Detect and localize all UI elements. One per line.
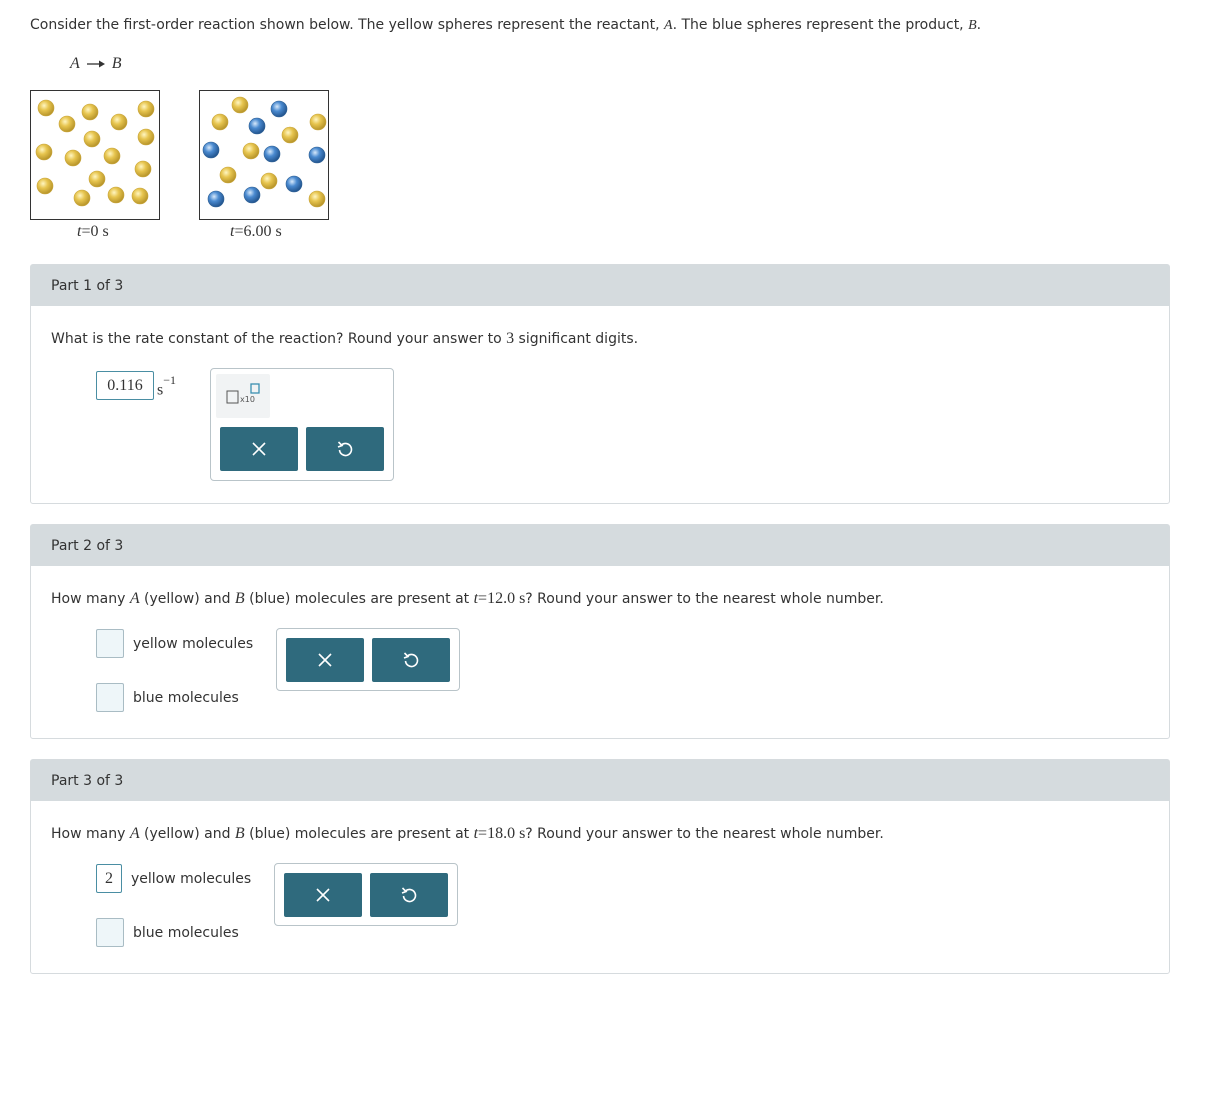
product-molecule bbox=[202, 141, 220, 159]
reactant-molecule bbox=[83, 130, 101, 148]
reactant-molecule bbox=[137, 128, 155, 146]
snapshot-time-t0: t=0 s bbox=[77, 223, 109, 240]
unit-label: s−1 bbox=[157, 373, 177, 399]
close-icon bbox=[252, 442, 266, 456]
part2-toolbox bbox=[276, 628, 460, 691]
product-symbol: B bbox=[968, 18, 977, 33]
reactant-molecule bbox=[242, 142, 260, 160]
reactant-molecule bbox=[137, 100, 155, 118]
reactant-molecule bbox=[134, 160, 152, 178]
reactant-molecule bbox=[73, 189, 91, 207]
reaction-equation: A B bbox=[70, 55, 122, 73]
part3-yellow-label: yellow molecules bbox=[131, 871, 252, 887]
reactant-molecule bbox=[260, 172, 278, 190]
part3-yellow-input[interactable]: 2 bbox=[96, 864, 122, 893]
part2-panel: Part 2 of 3 How many A (yellow) and B (b… bbox=[30, 524, 1170, 739]
product-molecule bbox=[207, 190, 225, 208]
reactant-molecule bbox=[281, 126, 299, 144]
product-molecule bbox=[248, 117, 266, 135]
part3-blue-label: blue molecules bbox=[133, 925, 239, 941]
snapshot-box-t0 bbox=[30, 90, 160, 220]
undo-icon bbox=[337, 441, 353, 457]
part3-toolbox bbox=[274, 863, 458, 926]
reactant-molecule bbox=[107, 186, 125, 204]
reactant-molecule bbox=[131, 187, 149, 205]
product-molecule bbox=[263, 145, 281, 163]
part1-header: Part 1 of 3 bbox=[31, 265, 1169, 306]
part1-clear-button[interactable] bbox=[220, 427, 298, 471]
intro-text: Consider the first-order reaction shown … bbox=[30, 17, 982, 33]
part1-panel: Part 1 of 3 What is the rate constant of… bbox=[30, 264, 1170, 504]
reactant-molecule bbox=[103, 147, 121, 165]
part3-blue-input[interactable] bbox=[96, 918, 124, 947]
part1-toolbox: x10 bbox=[210, 368, 394, 481]
product-molecule bbox=[243, 186, 261, 204]
part3-question: How many A (yellow) and B (blue) molecul… bbox=[51, 825, 884, 842]
reactant-molecule bbox=[37, 99, 55, 117]
part3-header: Part 3 of 3 bbox=[31, 760, 1169, 801]
part2-undo-button[interactable] bbox=[372, 638, 450, 682]
part2-question: How many A (yellow) and B (blue) molecul… bbox=[51, 590, 884, 607]
part3-undo-button[interactable] bbox=[370, 873, 448, 917]
part2-clear-button[interactable] bbox=[286, 638, 364, 682]
molecules-t6 bbox=[202, 96, 327, 208]
reactant-molecule bbox=[211, 113, 229, 131]
reaction-product: B bbox=[111, 55, 122, 72]
reaction-reactant: A bbox=[70, 55, 80, 72]
part2-blue-label: blue molecules bbox=[133, 690, 239, 706]
part3-clear-button[interactable] bbox=[284, 873, 362, 917]
reactant-molecule bbox=[58, 115, 76, 133]
part2-header: Part 2 of 3 bbox=[31, 525, 1169, 566]
reactant-molecule bbox=[81, 103, 99, 121]
snapshot-box-t6 bbox=[199, 90, 329, 220]
reactant-symbol: A bbox=[664, 18, 673, 33]
close-icon bbox=[318, 653, 332, 667]
snapshot-time-t6: t=6.00 s bbox=[230, 223, 282, 240]
undo-icon bbox=[403, 652, 419, 668]
reactant-molecule bbox=[88, 170, 106, 188]
part2-blue-input[interactable] bbox=[96, 683, 124, 712]
part1-question: What is the rate constant of the reactio… bbox=[51, 330, 639, 347]
scientific-notation-label: x10 bbox=[240, 395, 255, 404]
part3-panel: Part 3 of 3 How many A (yellow) and B (b… bbox=[30, 759, 1170, 974]
rate-constant-input[interactable]: 0.116 bbox=[96, 371, 154, 400]
molecules-t0 bbox=[35, 99, 155, 207]
scientific-notation-button[interactable]: x10 bbox=[216, 374, 270, 418]
reactant-molecule bbox=[64, 149, 82, 167]
product-molecule bbox=[285, 175, 303, 193]
reactant-molecule bbox=[308, 190, 326, 208]
reactant-molecule bbox=[219, 166, 237, 184]
part2-yellow-input[interactable] bbox=[96, 629, 124, 658]
reactant-molecule bbox=[231, 96, 249, 114]
reactant-molecule bbox=[110, 113, 128, 131]
reactant-molecule bbox=[35, 143, 53, 161]
undo-icon bbox=[401, 887, 417, 903]
part2-yellow-label: yellow molecules bbox=[133, 636, 254, 652]
product-molecule bbox=[270, 100, 288, 118]
reaction-arrow-icon bbox=[86, 60, 105, 68]
product-molecule bbox=[308, 146, 326, 164]
reactant-molecule bbox=[309, 113, 327, 131]
reactant-molecule bbox=[36, 177, 54, 195]
close-icon bbox=[316, 888, 330, 902]
part1-undo-button[interactable] bbox=[306, 427, 384, 471]
